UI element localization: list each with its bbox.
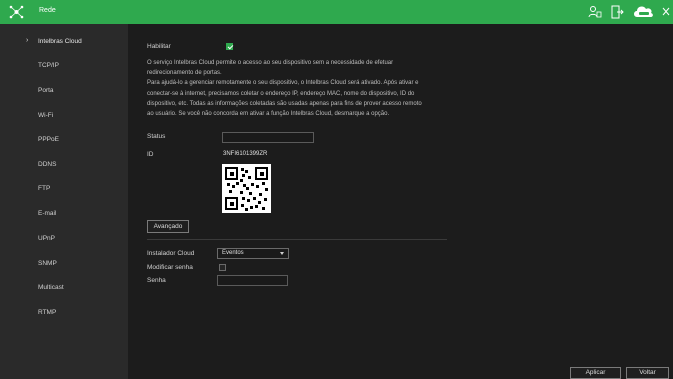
qr-module [246,187,249,190]
close-icon[interactable] [662,7,670,16]
back-button[interactable]: Voltar [626,367,669,379]
enable-checkbox[interactable] [226,43,233,50]
description-line: O serviço Intelbras Cloud permite o aces… [147,60,394,66]
sidebar-item-upnp[interactable]: UPnP [0,229,128,249]
section-divider [147,239,447,240]
sidebar-item-porta[interactable]: Porta [0,81,128,101]
qr-module [256,185,259,188]
sidebar-item-label: Wi-Fi [38,112,54,119]
qr-module [262,207,265,210]
sidebar-item-label: DDNS [38,161,57,168]
logout-icon[interactable] [611,5,624,19]
sidebar-item-label: Multicast [38,284,64,291]
qr-finder [225,197,238,210]
status-label: Status [147,133,166,140]
qr-module [227,183,230,186]
description-line: conectar-se à internet, precisamos colet… [147,90,415,97]
qr-module [265,188,268,191]
qr-module [250,206,253,209]
qr-module [241,204,244,207]
qr-module [240,191,243,194]
sidebar-item-multicast[interactable]: Multicast [0,278,128,298]
qr-module [245,208,248,211]
sidebar-item-tcpip[interactable]: TCP/IP [0,56,128,76]
modify-password-label: Modificar senha [147,264,193,271]
qr-module [232,185,235,188]
qr-module [240,179,243,182]
description-line: ao usuário. Se você não concorda em ativ… [147,111,390,118]
description-line: redirecionamento de portas. [147,70,222,77]
sidebar-item-label: E-mail [38,210,57,217]
sidebar-item-label: Intelbras Cloud [38,38,82,45]
qr-module [229,190,232,193]
network-icon [9,5,24,19]
advanced-button[interactable]: Avançado [147,220,189,233]
sidebar-item-label: FTP [38,185,51,192]
qr-module [248,176,251,179]
sidebar-item-rtmp[interactable]: RTMP [0,303,128,323]
qr-module [242,174,245,177]
qr-module [249,192,252,195]
qr-module [255,205,258,208]
qr-code [222,164,271,213]
qr-module [245,170,248,173]
installer-cloud-value: Eventos [222,250,244,256]
apply-button[interactable]: Aplicar [570,367,621,379]
sidebar-item-label: RTMP [38,309,57,316]
title-bar: Rede [0,0,673,24]
qr-module [253,197,256,200]
installer-cloud-select[interactable]: Eventos [217,248,289,259]
qr-module [236,182,239,185]
sidebar-item-label: SNMP [38,260,57,267]
page-title: Rede [39,7,56,14]
status-field [222,132,314,143]
qr-module [262,182,265,185]
password-label: Senha [147,277,166,284]
qr-module [247,199,250,202]
installer-cloud-label: Instalador Cloud [147,250,195,257]
enable-label: Habilitar [147,43,171,50]
sidebar-item-email[interactable]: E-mail [0,204,128,224]
qr-finder [225,167,238,180]
sidebar-item-ddns[interactable]: DDNS [0,155,128,175]
chevron-right-icon: › [26,37,29,44]
user-icon[interactable] [588,5,602,19]
device-id: 3NFI6101399ZR [223,151,268,157]
modify-password-checkbox[interactable] [219,264,226,271]
qr-module [259,193,262,196]
password-field[interactable] [217,275,288,286]
sidebar-item-ftp[interactable]: FTP [0,179,128,199]
chevron-down-icon [280,252,284,255]
description-line: dispositivo, etc. Todas as informações c… [147,100,422,107]
sidebar-item-intelbras-cloud[interactable]: › Intelbras Cloud [0,32,128,52]
id-label: ID [147,151,154,158]
sidebar-item-label: TCP/IP [38,62,59,69]
qr-finder [255,167,268,180]
sidebar: › Intelbras Cloud TCP/IP Porta Wi-Fi PPP… [0,24,128,379]
qr-module [264,198,267,201]
qr-module [251,183,254,186]
sidebar-item-label: UPnP [38,235,55,242]
qr-module [242,197,245,200]
sidebar-item-label: Porta [38,87,54,94]
sidebar-item-label: PPPoE [38,136,59,143]
intelbras-cloud-icon[interactable] [633,4,655,20]
qr-module [241,168,244,171]
qr-module [258,201,261,204]
sidebar-item-pppoe[interactable]: PPPoE [0,130,128,150]
description-text: O serviço Intelbras Cloud permite o aces… [147,58,457,119]
description-line: Para ajudá-lo a gerenciar remotamente o … [147,80,419,87]
sidebar-item-wifi[interactable]: Wi-Fi [0,106,128,126]
sidebar-item-snmp[interactable]: SNMP [0,254,128,274]
